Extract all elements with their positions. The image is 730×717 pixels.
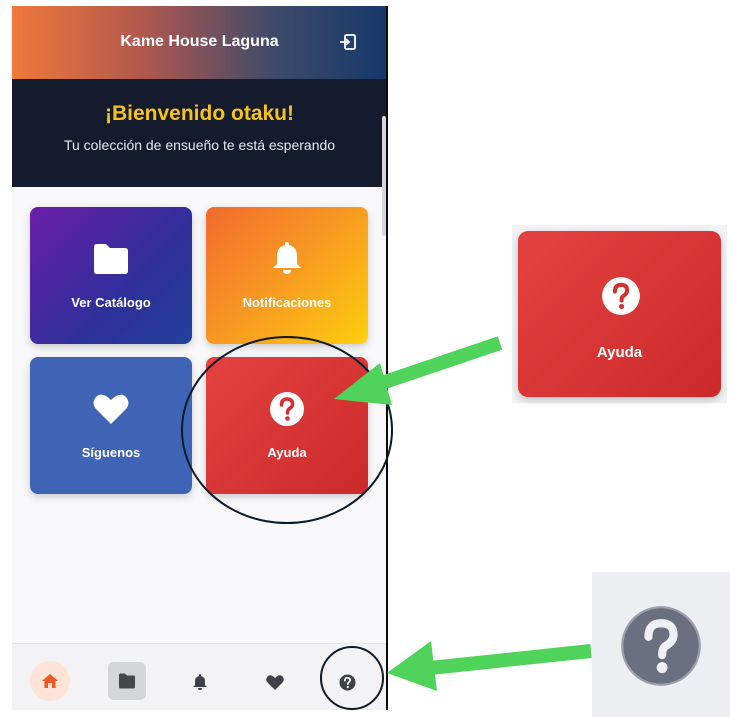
nav-home[interactable] (30, 661, 70, 701)
arrow-to-help-card (334, 336, 503, 405)
follow-label: Síguenos (81, 445, 141, 460)
home-icon (42, 674, 58, 688)
follow-card[interactable]: Síguenos (30, 357, 192, 494)
welcome-subtitle: Tu colección de ensueño te está esperand… (63, 137, 336, 153)
highlight-circle-nav-help (320, 646, 384, 710)
catalog-card[interactable]: Ver Catálogo (30, 207, 192, 344)
logout-icon[interactable] (339, 33, 357, 51)
app-header: Kame House Laguna (12, 6, 387, 79)
welcome-title: ¡Bienvenido otaku! (104, 102, 294, 125)
notifications-card[interactable]: Notificaciones (206, 207, 368, 344)
heart-icon (93, 394, 129, 424)
catalog-label: Ver Catálogo (71, 295, 151, 310)
welcome-banner: ¡Bienvenido otaku! Tu colección de ensue… (12, 79, 387, 187)
zoom-help-label: Ayuda (596, 344, 643, 361)
help-icon (602, 277, 640, 315)
zoomed-nav-help-icon (592, 572, 730, 717)
bell-icon[interactable] (192, 673, 208, 690)
bell-icon (273, 242, 301, 274)
folder-icon (119, 673, 135, 689)
arrow-to-nav-help (387, 641, 592, 691)
zoom-help-card-tile: Ayuda (518, 231, 721, 397)
nav-catalog[interactable] (108, 662, 146, 700)
zoomed-help-card: Ayuda (512, 225, 727, 403)
folder-icon (94, 244, 128, 274)
app-title: Kame House Laguna (120, 33, 279, 50)
notifications-label: Notificaciones (242, 295, 332, 310)
heart-icon[interactable] (265, 674, 285, 691)
help-icon (621, 606, 701, 686)
